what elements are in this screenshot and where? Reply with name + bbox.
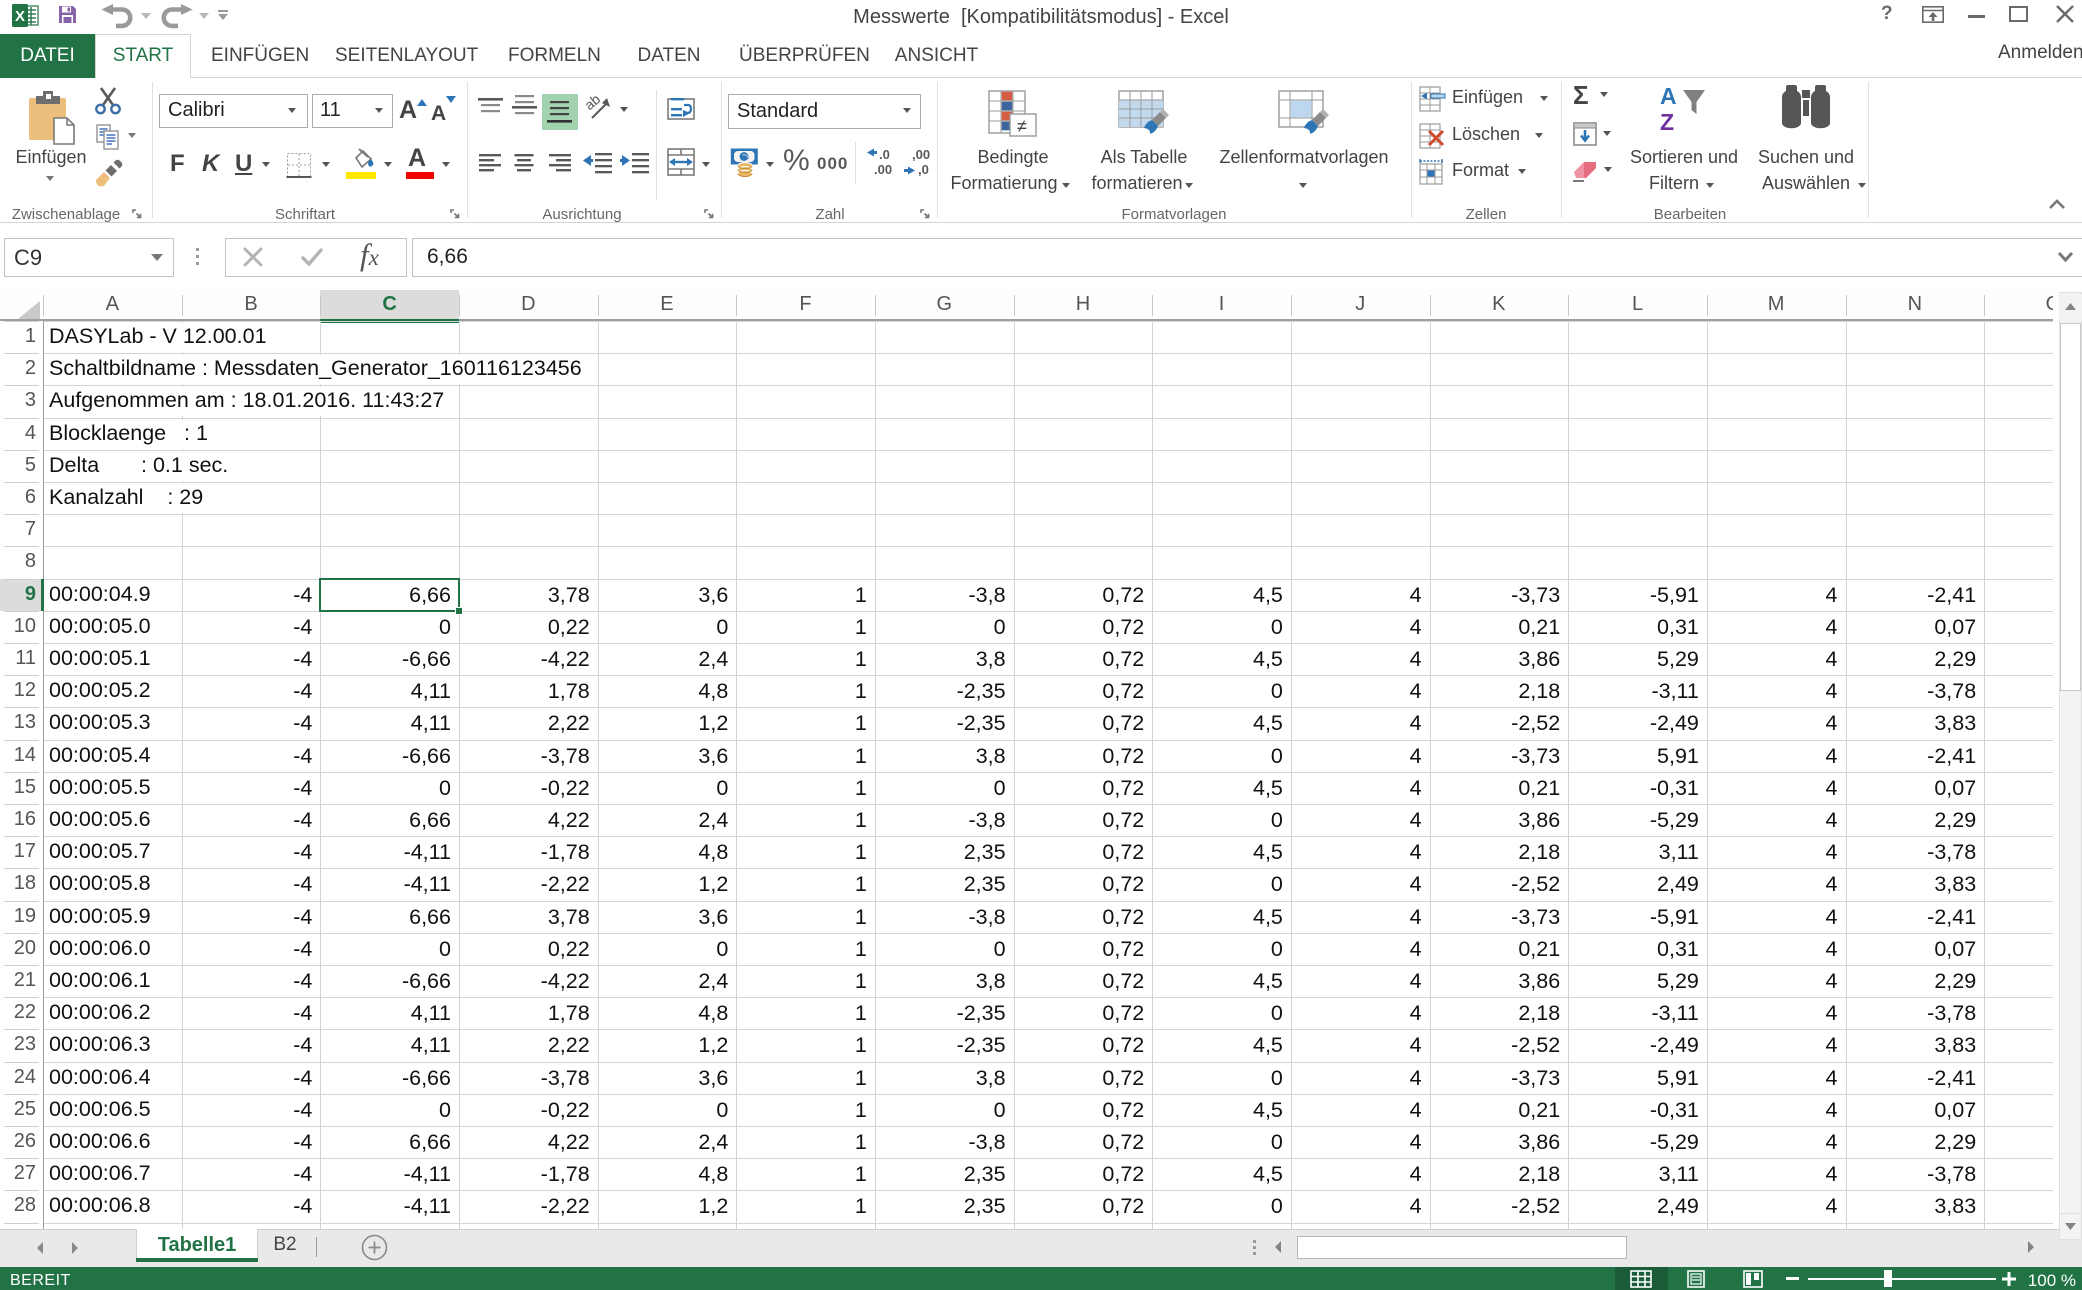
svg-text:.00: .00 (874, 162, 892, 177)
svg-text:.0: .0 (879, 147, 890, 162)
svg-text:A: A (1660, 83, 1677, 109)
svg-text:Z: Z (1660, 109, 1674, 134)
svg-text:,00: ,00 (912, 147, 930, 162)
svg-text:,0: ,0 (918, 162, 929, 177)
svg-text:≠: ≠ (1017, 116, 1027, 136)
